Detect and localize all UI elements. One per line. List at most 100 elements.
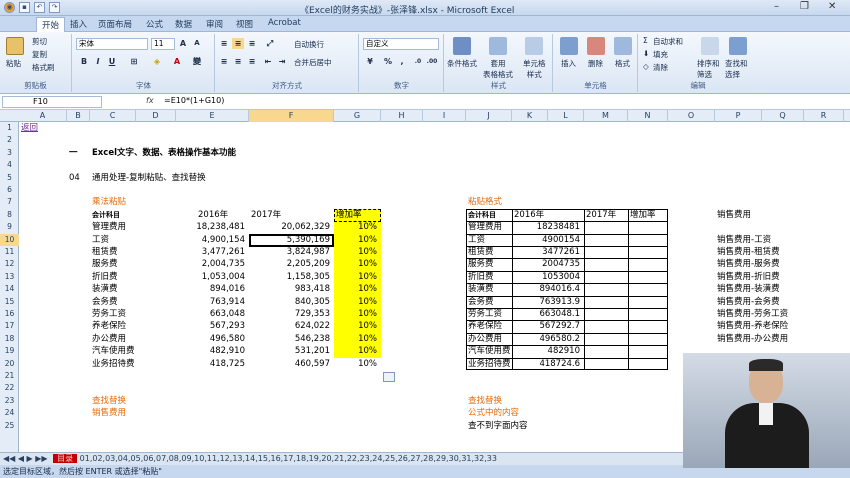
left-2017-value[interactable]: 20,062,329 bbox=[251, 221, 330, 233]
left-2016-value[interactable]: 663,048 bbox=[178, 308, 245, 320]
clear-button[interactable]: 清除 bbox=[653, 62, 668, 73]
row-header-4[interactable]: 4 bbox=[0, 159, 19, 171]
paste-button[interactable]: 粘贴 bbox=[6, 58, 21, 69]
phonetic-icon[interactable]: 變 bbox=[191, 56, 203, 67]
sheet-nav-icon[interactable]: ◀◀ ◀ ▶ ▶▶ bbox=[0, 454, 48, 463]
left-rate-value[interactable]: 10% bbox=[336, 358, 377, 370]
copy-button[interactable]: 复制 bbox=[32, 49, 47, 60]
left-rate-value[interactable]: 10% bbox=[336, 234, 377, 246]
left-2017-value[interactable]: 460,597 bbox=[251, 358, 330, 370]
left-account-name[interactable]: 工资 bbox=[92, 234, 109, 246]
subsection-number[interactable]: 04 bbox=[69, 172, 80, 184]
left-2016-value[interactable]: 3,477,261 bbox=[178, 246, 245, 258]
decrease-decimal-icon[interactable]: .00 bbox=[426, 56, 438, 67]
restore-icon[interactable]: ❐ bbox=[800, 1, 809, 12]
right-account-name[interactable]: 养老保险 bbox=[468, 320, 502, 332]
fill-icon[interactable]: ⬇ bbox=[643, 49, 649, 58]
format-painter-button[interactable]: 格式刷 bbox=[32, 62, 55, 73]
column-header-p[interactable]: P bbox=[715, 110, 762, 122]
row-header-22[interactable]: 22 bbox=[0, 382, 19, 394]
right-find-title[interactable]: 查找替换 bbox=[468, 395, 502, 407]
left-rate-value[interactable]: 10% bbox=[336, 333, 377, 345]
delete-button[interactable]: 删除 bbox=[588, 58, 603, 69]
row-header-13[interactable]: 13 bbox=[0, 271, 19, 283]
minimize-icon[interactable]: – bbox=[774, 1, 779, 12]
left-2016-value[interactable]: 496,580 bbox=[178, 333, 245, 345]
wrap-text-button[interactable]: 自动换行 bbox=[294, 39, 324, 50]
column-header-e[interactable]: E bbox=[176, 110, 249, 122]
left-account-name[interactable]: 装潢费 bbox=[92, 283, 118, 295]
table-format-icon[interactable] bbox=[489, 37, 507, 55]
right-find-sub[interactable]: 公式中的内容 bbox=[468, 407, 519, 419]
right-account-name[interactable]: 业务招待费 bbox=[468, 358, 511, 370]
merge-center-button[interactable]: 合并后居中 bbox=[294, 57, 332, 68]
row-header-11[interactable]: 11 bbox=[0, 246, 19, 258]
right-2016-value[interactable]: 3477261 bbox=[514, 246, 580, 258]
right-2016-value[interactable]: 1053004 bbox=[514, 271, 580, 283]
align-middle-icon[interactable]: ≡ bbox=[232, 38, 244, 49]
tab-formulas[interactable]: 公式 bbox=[146, 18, 163, 30]
underline-icon[interactable]: U bbox=[106, 56, 118, 67]
conditional-format-icon[interactable] bbox=[453, 37, 471, 55]
bold-icon[interactable]: B bbox=[78, 56, 90, 67]
right-2016-value[interactable]: 663048.1 bbox=[514, 308, 580, 320]
fill-color-icon[interactable]: ◈ bbox=[151, 56, 163, 67]
sheet-tab-list[interactable]: 01,02,03,04,05,06,07,08,09,10,11,12,13,1… bbox=[80, 454, 497, 463]
row-header-7[interactable]: 7 bbox=[0, 196, 19, 208]
insert-cells-icon[interactable] bbox=[560, 37, 578, 55]
right-header-2017[interactable]: 2017年 bbox=[586, 209, 616, 221]
left-2016-value[interactable]: 418,725 bbox=[178, 358, 245, 370]
left-find-sub[interactable]: 销售费用 bbox=[92, 407, 126, 419]
right-header-account[interactable]: 会计科目 bbox=[468, 209, 496, 221]
right-account-name[interactable]: 折旧费 bbox=[468, 271, 494, 283]
row-header-1[interactable]: 1 bbox=[0, 122, 19, 134]
left-header-2017[interactable]: 2017年 bbox=[251, 209, 281, 221]
fill-button[interactable]: 填充 bbox=[653, 49, 668, 60]
format-cells-icon[interactable] bbox=[614, 37, 632, 55]
left-2017-value[interactable]: 983,418 bbox=[251, 283, 330, 295]
right-2016-value[interactable]: 763913.9 bbox=[514, 296, 580, 308]
right-account-name[interactable]: 管理费用 bbox=[468, 221, 502, 233]
right-account-name[interactable]: 服务费 bbox=[468, 258, 494, 270]
column-header-m[interactable]: M bbox=[584, 110, 628, 122]
left-header-account[interactable]: 会计科目 bbox=[92, 209, 120, 221]
heading-dash[interactable]: 一 bbox=[69, 147, 78, 159]
align-right-icon[interactable]: ≡ bbox=[246, 56, 258, 67]
row-header-6[interactable]: 6 bbox=[0, 184, 19, 196]
find-select-icon[interactable] bbox=[729, 37, 747, 55]
column-header-r[interactable]: R bbox=[804, 110, 844, 122]
column-header-h[interactable]: H bbox=[381, 110, 423, 122]
find-select-button[interactable]: 查找和 选择 bbox=[725, 58, 748, 80]
cut-button[interactable]: 剪切 bbox=[32, 36, 47, 47]
column-header-i[interactable]: I bbox=[423, 110, 466, 122]
row-header-14[interactable]: 14 bbox=[0, 283, 19, 295]
right-account-name[interactable]: 租赁费 bbox=[468, 246, 494, 258]
sales-expense-label[interactable]: 销售费用-租赁费 bbox=[717, 246, 780, 258]
column-header-j[interactable]: J bbox=[466, 110, 512, 122]
tab-acrobat[interactable]: Acrobat bbox=[268, 18, 301, 28]
right-2016-value[interactable]: 894016.4 bbox=[514, 283, 580, 295]
insert-button[interactable]: 插入 bbox=[561, 58, 576, 69]
row-header-18[interactable]: 18 bbox=[0, 333, 19, 345]
sales-expense-label[interactable]: 销售费用-服务费 bbox=[717, 258, 780, 270]
sales-expense-label[interactable]: 销售费用-养老保险 bbox=[717, 320, 788, 332]
right-account-name[interactable]: 办公费用 bbox=[468, 333, 502, 345]
column-header-f[interactable]: F bbox=[249, 110, 334, 122]
row-header-12[interactable]: 12 bbox=[0, 258, 19, 270]
grow-font-icon[interactable]: A bbox=[177, 38, 189, 49]
sort-filter-icon[interactable] bbox=[701, 37, 719, 55]
right-find-sub2[interactable]: 查不到字面内容 bbox=[468, 420, 528, 432]
sales-expense-label[interactable]: 销售费用-办公费用 bbox=[717, 333, 788, 345]
right-header-rate[interactable]: 增加率 bbox=[630, 209, 656, 221]
left-header-2016[interactable]: 2016年 bbox=[198, 209, 228, 221]
left-account-name[interactable]: 养老保险 bbox=[92, 320, 126, 332]
column-header-c[interactable]: C bbox=[90, 110, 136, 122]
border-icon[interactable]: ⊞ bbox=[128, 56, 140, 67]
conditional-format-button[interactable]: 条件格式 bbox=[447, 58, 477, 69]
column-header-g[interactable]: G bbox=[334, 110, 381, 122]
row-header-9[interactable]: 9 bbox=[0, 221, 19, 233]
row-header-8[interactable]: 8 bbox=[0, 209, 19, 221]
left-rate-value[interactable]: 10% bbox=[336, 221, 377, 233]
row-header-3[interactable]: 3 bbox=[0, 147, 19, 159]
fx-icon[interactable]: fx bbox=[146, 96, 154, 105]
